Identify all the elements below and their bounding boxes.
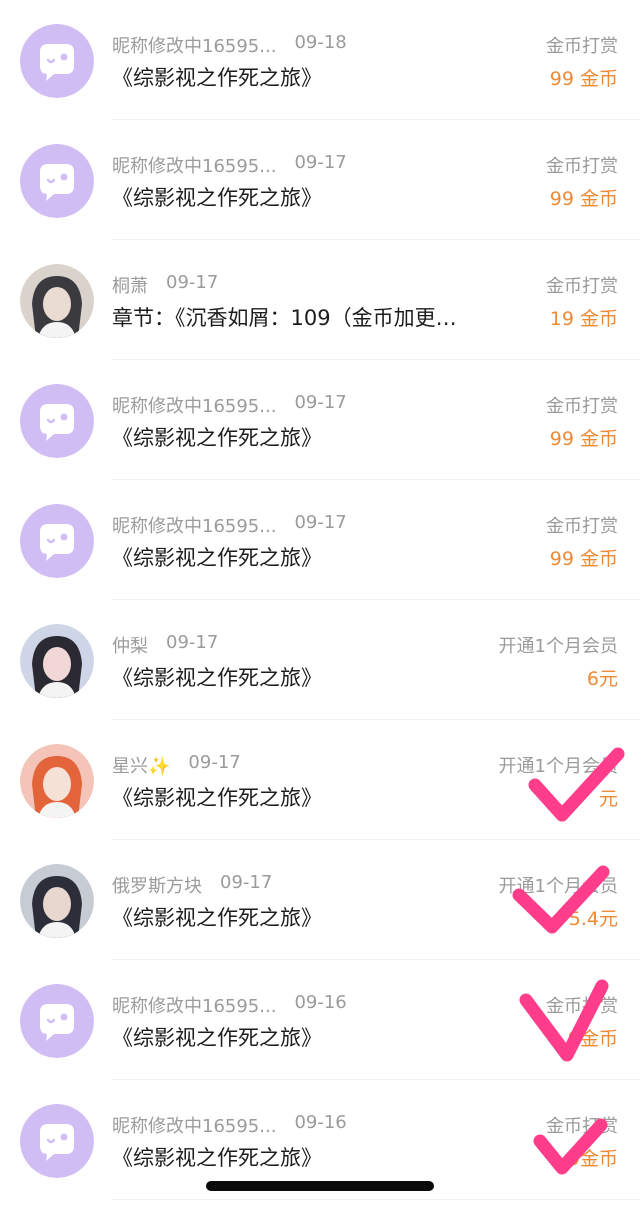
record-date: 09-17 [294,392,347,413]
user-name: 仲梨 [112,636,148,657]
record-date: 09-16 [294,992,347,1013]
book-title: 《综影视之作死之旅》 [112,666,322,690]
record-date: 09-18 [294,32,347,53]
record-date: 09-17 [220,872,273,893]
avatar[interactable] [20,264,94,338]
income-type: 金币打赏 [546,36,618,57]
user-meta: 昵称修改中16595... 09-17 [112,392,347,420]
user-meta: 星兴✨ 09-17 [112,752,241,780]
record-date: 09-17 [294,152,347,173]
user-meta: 昵称修改中16595... 09-16 [112,992,347,1020]
book-title: 《综影视之作死之旅》 [112,546,322,570]
income-amount: 19 金币 [549,308,618,330]
list-item[interactable]: 昵称修改中16595... 09-17 《综影视之作死之旅》 金币打赏 99 金币 [0,360,640,480]
user-meta: 俄罗斯方块 09-17 [112,872,272,900]
income-type: 开通1个月会员 [498,636,618,657]
user-name: 俄罗斯方块 [112,876,202,897]
list-item[interactable]: 桐萧 09-17 章节：《沉香如屑：109（金币加更… 金币打赏 19 金币 [0,240,640,360]
book-title: 章节：《沉香如屑：109（金币加更… [112,306,457,330]
user-meta: 昵称修改中16595... 09-18 [112,32,347,60]
user-name: 昵称修改中16595... [112,156,277,177]
income-amount: 99 金币 [549,68,618,90]
record-date: 09-17 [294,512,347,533]
user-meta: 桐萧 09-17 [112,272,218,300]
default-avatar-icon[interactable] [20,984,94,1058]
user-name: 星兴✨ [112,756,171,777]
list-item[interactable]: 仲梨 09-17 《综影视之作死之旅》 开通1个月会员 6元 [0,600,640,720]
income-amount: 6元 [586,668,618,690]
default-avatar-icon[interactable] [20,144,94,218]
default-avatar-icon[interactable] [20,1104,94,1178]
record-date: 09-16 [294,1112,347,1133]
income-amount: 9金币 [567,1148,618,1170]
user-meta: 仲梨 09-17 [112,632,218,660]
default-avatar-icon[interactable] [20,504,94,578]
user-name: 昵称修改中16595... [112,36,277,57]
book-title: 《综影视之作死之旅》 [112,66,322,90]
book-title: 《综影视之作死之旅》 [112,426,322,450]
avatar[interactable] [20,864,94,938]
home-indicator[interactable] [206,1181,434,1191]
income-type: 金币打赏 [546,276,618,297]
user-meta: 昵称修改中16595... 09-17 [112,152,347,180]
user-meta: 昵称修改中16595... 09-17 [112,512,347,540]
income-type: 金币打赏 [546,396,618,417]
list-item[interactable]: 昵称修改中16595... 09-16 《综影视之作死之旅》 金币打赏 9金币 [0,960,640,1080]
income-type: 开通1个月会员 [498,756,618,777]
income-amount: 9金币 [567,1028,618,1050]
income-type: 金币打赏 [546,156,618,177]
list-item[interactable]: 昵称修改中16595... 09-17 《综影视之作死之旅》 金币打赏 99 金币 [0,480,640,600]
income-type: 开通1个月会员 [498,876,618,897]
income-amount: 99 金币 [549,428,618,450]
income-amount: 99 金币 [549,188,618,210]
user-name: 昵称修改中16595... [112,1116,277,1137]
book-title: 《综影视之作死之旅》 [112,1146,322,1170]
user-name: 昵称修改中16595... [112,516,277,537]
user-meta: 昵称修改中16595... 09-16 [112,1112,347,1140]
income-type: 金币打赏 [546,1116,618,1137]
default-avatar-icon[interactable] [20,384,94,458]
income-type: 金币打赏 [546,996,618,1017]
income-amount: 99 金币 [549,548,618,570]
book-title: 《综影视之作死之旅》 [112,786,322,810]
income-record-screen: 昵称修改中16595... 09-18 《综影视之作死之旅》 金币打赏 99 金币 昵称修… [0,0,640,1205]
list-item[interactable]: 星兴✨ 09-17 《综影视之作死之旅》 开通1个月会员元 [0,720,640,840]
user-name: 桐萧 [112,276,148,297]
book-title: 《综影视之作死之旅》 [112,186,322,210]
avatar[interactable] [20,624,94,698]
avatar[interactable] [20,744,94,818]
row-divider [112,1199,640,1200]
income-amount: 元 [598,788,618,810]
user-name: 昵称修改中16595... [112,396,277,417]
default-avatar-icon[interactable] [20,24,94,98]
list-item[interactable]: 俄罗斯方块 09-17 《综影视之作死之旅》 开通1个月会员 5.4元 [0,840,640,960]
income-amount: 5.4元 [568,908,618,930]
list-item[interactable]: 昵称修改中16595... 09-17 《综影视之作死之旅》 金币打赏 99 金币 [0,120,640,240]
book-title: 《综影视之作死之旅》 [112,906,322,930]
record-date: 09-17 [166,272,219,293]
book-title: 《综影视之作死之旅》 [112,1026,322,1050]
income-type: 金币打赏 [546,516,618,537]
record-date: 09-17 [188,752,241,773]
record-date: 09-17 [166,632,219,653]
user-name: 昵称修改中16595... [112,996,277,1017]
list-item[interactable]: 昵称修改中16595... 09-18 《综影视之作死之旅》 金币打赏 99 金币 [0,0,640,120]
